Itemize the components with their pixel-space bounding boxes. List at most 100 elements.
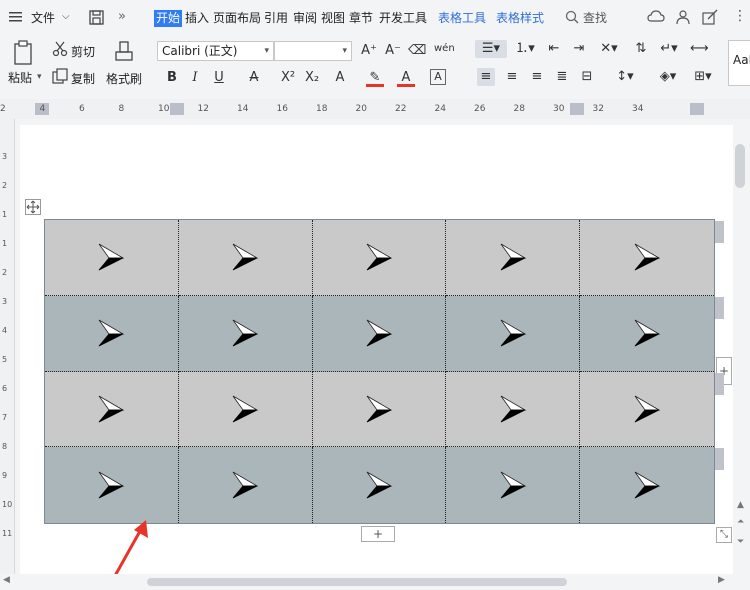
strikethrough-icon[interactable]: A [245, 69, 263, 87]
grow-font-icon[interactable]: A⁺ [360, 42, 378, 60]
user-icon[interactable] [675, 9, 691, 25]
search-icon[interactable] [565, 10, 579, 24]
bullet-list-icon[interactable]: ☰▾ [475, 40, 507, 58]
prev-page-icon[interactable]: ⏶ [737, 517, 744, 527]
tab-table-style[interactable]: 表格样式 [494, 10, 546, 27]
shrink-font-icon[interactable]: A⁻ [384, 42, 402, 60]
cloud-sync-icon[interactable] [647, 9, 665, 25]
horizontal-scrollbar[interactable]: ◀ ▶ [0, 574, 750, 590]
table-move-handle-icon[interactable] [25, 199, 41, 215]
row-handle[interactable] [715, 372, 724, 395]
horizontal-ruler[interactable]: 2 4 6 8 10 12 14 16 18 20 22 24 26 28 30 32 34 [0, 99, 750, 120]
tab-references[interactable]: 引用 [262, 10, 290, 27]
show-marks-icon[interactable]: ↵▾ [656, 40, 682, 58]
paste-button[interactable]: 粘贴 [8, 69, 32, 86]
more-options-icon[interactable]: ⋮ [733, 8, 747, 24]
subscript-icon[interactable]: X₂ [303, 69, 321, 87]
file-menu[interactable]: 文件 [29, 10, 57, 27]
format-painter-button[interactable]: 格式刷 [106, 70, 142, 87]
vertical-scroll-thumb[interactable] [735, 144, 745, 188]
paste-dropdown-icon[interactable]: ▾ [37, 72, 42, 82]
table-cell[interactable] [45, 295, 179, 372]
table-cell[interactable] [178, 371, 313, 448]
tab-home[interactable]: 开始 [154, 10, 183, 27]
ruler-margin-marker[interactable] [570, 103, 584, 115]
next-page-icon[interactable]: ⏷ [737, 537, 744, 547]
add-row-button[interactable]: + [361, 526, 395, 542]
tab-developer[interactable]: 开发工具 [377, 10, 429, 27]
italic-icon[interactable]: I [186, 69, 204, 87]
tab-section[interactable]: 章节 [347, 10, 375, 27]
table-cell[interactable] [312, 371, 447, 448]
search-button[interactable]: 查找 [581, 10, 609, 27]
ruler-margin-marker[interactable] [170, 103, 184, 115]
underline-icon[interactable]: U [210, 69, 228, 87]
cut-button[interactable]: 剪切 [71, 43, 95, 60]
tab-page-layout[interactable]: 页面布局 [211, 10, 263, 27]
more-icon[interactable]: » [118, 9, 126, 24]
table-cell[interactable] [446, 371, 581, 448]
scroll-up-icon[interactable]: ▲ [737, 500, 744, 510]
table-cell[interactable] [312, 220, 447, 296]
shading-icon[interactable]: ◈▾ [655, 68, 681, 86]
sort-icon[interactable]: ⇅ [632, 40, 650, 58]
share-icon[interactable] [702, 9, 718, 25]
table-cell[interactable] [45, 220, 179, 296]
style-gallery[interactable]: AaI [728, 40, 750, 86]
pinyin-guide-icon[interactable]: wén [434, 40, 455, 58]
distributed-align-icon[interactable]: ⊟ [578, 68, 596, 86]
tab-table-tools[interactable]: 表格工具 [436, 10, 488, 27]
distribute-icon[interactable]: ⟷ [690, 40, 709, 58]
decrease-indent-icon[interactable]: ⇤ [545, 40, 563, 58]
line-spacing-icon[interactable]: ↕▾ [612, 68, 638, 86]
table-cell[interactable] [312, 447, 447, 523]
align-center-icon[interactable]: ≡ [503, 68, 521, 86]
row-handle[interactable] [715, 448, 724, 471]
save-icon[interactable] [88, 9, 106, 27]
table-cell[interactable] [580, 295, 714, 372]
vertical-scrollbar[interactable]: ▲ ⏶ ⏷ [733, 119, 750, 574]
scissors-icon[interactable] [52, 41, 68, 57]
clear-format-icon[interactable]: ⌫ [408, 42, 426, 60]
table-cell[interactable] [45, 447, 179, 523]
table-cell[interactable] [580, 220, 714, 296]
tab-insert[interactable]: 插入 [183, 10, 211, 27]
font-name-select[interactable]: Calibri (正文) ▾ [157, 41, 274, 61]
table[interactable] [44, 219, 715, 524]
tab-review[interactable]: 审阅 [291, 10, 319, 27]
table-cell[interactable] [178, 295, 313, 372]
copy-button[interactable]: 复制 [71, 70, 95, 87]
font-color-icon[interactable]: A [397, 69, 415, 87]
justify-icon[interactable]: ≣ [553, 68, 571, 86]
format-painter-icon[interactable] [113, 40, 135, 66]
highlight-icon[interactable]: ✎ [366, 69, 384, 87]
scroll-right-icon[interactable]: ▶ [718, 575, 725, 585]
table-cell[interactable] [446, 295, 581, 372]
row-handle[interactable] [715, 221, 724, 243]
table-cell[interactable] [178, 220, 313, 296]
superscript-icon[interactable]: X² [279, 69, 297, 87]
scroll-left-icon[interactable]: ◀ [3, 575, 10, 585]
text-direction-icon[interactable]: ✕▾ [596, 40, 622, 58]
borders-icon[interactable]: ⊞▾ [690, 68, 716, 86]
chevron-down-icon[interactable]: ⌵ [62, 11, 70, 22]
font-size-select[interactable]: ▾ [274, 41, 352, 61]
table-cell[interactable] [446, 220, 581, 296]
table-cell[interactable] [580, 371, 714, 448]
table-cell[interactable] [45, 371, 179, 448]
table-cell[interactable] [446, 447, 581, 523]
resize-table-icon[interactable]: ⤡ [716, 527, 732, 543]
numbered-list-icon[interactable]: ⒈▾ [512, 40, 538, 58]
paste-icon[interactable] [12, 40, 34, 66]
row-handle[interactable] [715, 296, 724, 319]
copy-icon[interactable] [52, 68, 68, 84]
bold-icon[interactable]: B [163, 69, 181, 87]
char-border-icon[interactable]: A [430, 69, 446, 85]
increase-indent-icon[interactable]: ⇥ [570, 40, 588, 58]
align-left-icon[interactable]: ≡ [477, 68, 495, 86]
hamburger-icon[interactable] [8, 10, 24, 24]
text-effect-icon[interactable]: A [331, 69, 349, 87]
align-right-icon[interactable]: ≡ [528, 68, 546, 86]
tab-view[interactable]: 视图 [319, 10, 347, 27]
table-cell[interactable] [312, 295, 447, 372]
